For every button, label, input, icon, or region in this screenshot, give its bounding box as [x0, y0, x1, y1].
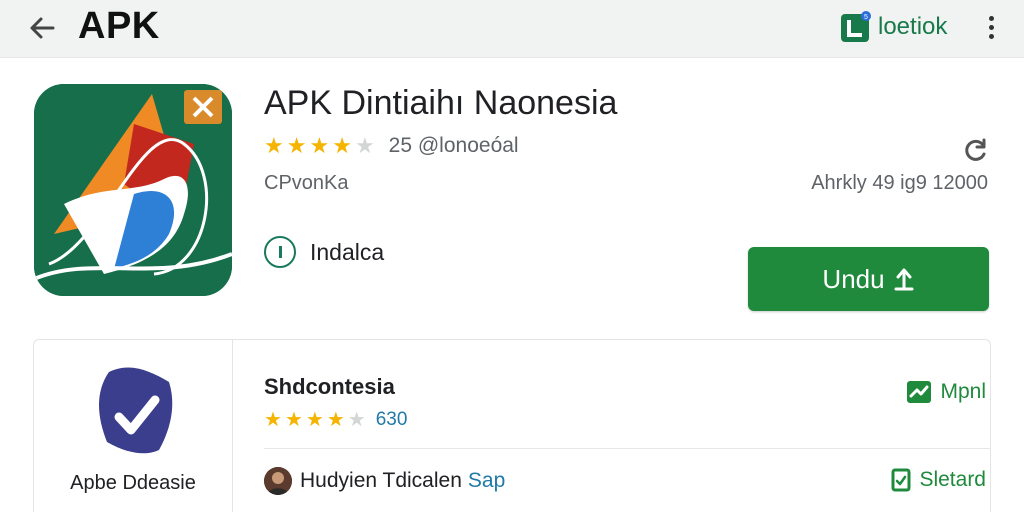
star-icon: ★ [305, 409, 324, 431]
rating-stars: ★ ★ ★ ★ ★ [264, 410, 366, 430]
arrow-left-icon [30, 17, 55, 39]
star-empty-icon: ★ [354, 133, 375, 158]
author-row: Hudyien Tdicalen Sap [264, 467, 505, 495]
refresh-button[interactable] [960, 134, 992, 166]
related-top-action[interactable]: Mpnl [906, 380, 986, 404]
app-icon [34, 84, 232, 296]
related-bottom-action[interactable]: Sletard [891, 468, 986, 492]
star-icon: ★ [326, 409, 345, 431]
related-top-action-label: Mpnl [940, 380, 986, 403]
back-button[interactable] [22, 8, 62, 48]
document-check-icon [891, 468, 911, 492]
brand-name: loetiok [878, 13, 948, 40]
page-title: APK [78, 5, 160, 47]
star-icon: ★ [286, 133, 307, 158]
related-bottom-action-label: Sletard [919, 468, 986, 491]
rating-count: 630 [375, 409, 408, 430]
divider [232, 340, 233, 512]
more-options-button[interactable] [978, 12, 1004, 42]
star-empty-icon: ★ [347, 409, 366, 431]
refresh-icon [965, 138, 986, 161]
more-vertical-icon [988, 15, 994, 21]
star-icon: ★ [264, 409, 282, 431]
avatar [264, 467, 292, 495]
download-arrow-icon [894, 268, 914, 291]
download-label: Undu [822, 263, 885, 294]
rating-text: 25 @lonoeóal [388, 134, 519, 157]
app-rating: ★ ★ ★ ★ ★ 25 @lonoeóal [264, 134, 519, 158]
svg-text:5: 5 [864, 14, 868, 21]
top-app-bar: APK 5 loetiok [0, 0, 1024, 58]
related-app-title: Shdcontesia [264, 374, 395, 399]
author-tag: Sap [467, 469, 506, 492]
info-icon [264, 236, 296, 268]
shield-check-icon [99, 367, 173, 454]
star-icon: ★ [309, 133, 330, 158]
download-button[interactable]: Undu [748, 247, 989, 311]
brand-logo-icon: 5 [840, 11, 872, 43]
star-icon: ★ [332, 133, 352, 158]
info-label: Indalca [310, 238, 385, 265]
related-app-card[interactable]: Apbe Ddeasie Shdcontesia ★ ★ ★ ★ ★ 630 M… [33, 339, 991, 512]
author-name: Hudyien Tdicalen [300, 469, 462, 492]
divider [264, 448, 990, 449]
trending-check-icon [907, 381, 932, 403]
related-app-label: Apbe Ddeasie [70, 472, 196, 494]
developer-name: CPvonKa [264, 172, 349, 194]
app-name: APK Dintiaihı Naonesia [264, 84, 618, 122]
app-meta: Ahrkly 49 ig9 12000 [811, 172, 988, 194]
rating-stars: ★ ★ ★ ★ ★ [264, 135, 375, 157]
brand-link[interactable]: 5 loetiok [840, 8, 947, 46]
info-row[interactable]: Indalca [264, 236, 384, 268]
related-app-rating: ★ ★ ★ ★ ★ 630 [264, 409, 407, 431]
star-icon: ★ [284, 409, 303, 431]
star-icon: ★ [264, 133, 284, 158]
